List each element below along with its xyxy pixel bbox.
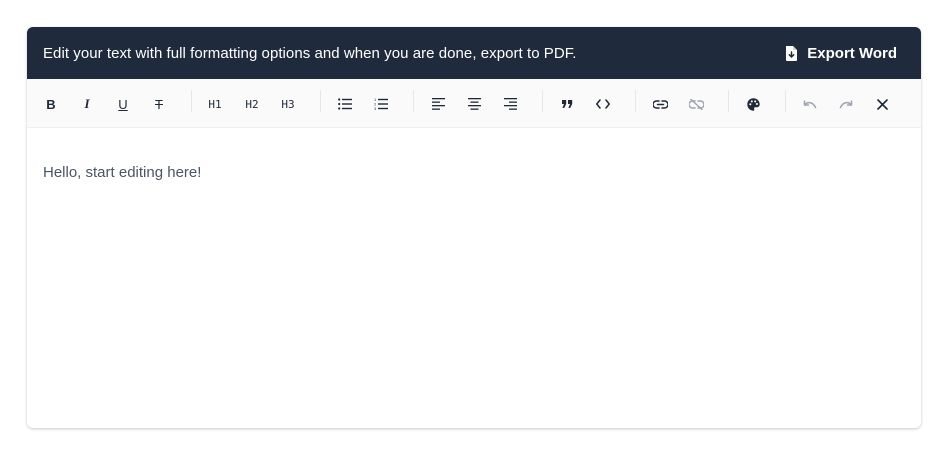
bullet-list-button[interactable]	[332, 91, 358, 117]
numbered-list-button[interactable]: 1 2 3	[368, 91, 394, 117]
align-left-icon	[431, 98, 445, 110]
toolbar-divider	[728, 90, 729, 112]
numbered-list-icon: 1 2 3	[374, 98, 388, 110]
palette-icon	[746, 97, 760, 111]
text-color-button[interactable]	[740, 91, 766, 117]
heading-2-label: H2	[245, 97, 259, 111]
align-right-button[interactable]	[497, 91, 523, 117]
undo-icon	[803, 99, 817, 108]
header-description: Edit your text with full formatting opti…	[43, 44, 577, 62]
code-button[interactable]	[590, 91, 616, 117]
italic-icon: I	[84, 96, 90, 111]
underline-button[interactable]: U	[110, 91, 136, 117]
bold-button[interactable]: B	[38, 91, 64, 117]
bullet-list-icon	[338, 98, 352, 110]
blockquote-button[interactable]	[554, 91, 580, 117]
close-icon	[876, 98, 888, 110]
heading-3-button[interactable]: H3	[275, 91, 301, 117]
toolbar-divider	[785, 90, 786, 112]
undo-button[interactable]	[797, 91, 823, 117]
heading-1-button[interactable]: H1	[202, 91, 228, 117]
toolbar-divider	[191, 90, 192, 112]
strikethrough-button[interactable]: T	[146, 91, 172, 117]
redo-button[interactable]	[833, 91, 859, 117]
code-icon	[596, 99, 610, 109]
unlink-icon	[688, 98, 704, 110]
svg-text:2: 2	[374, 103, 376, 107]
svg-text:3: 3	[374, 107, 376, 110]
heading-3-label: H3	[281, 97, 295, 111]
formatting-toolbar: B I U T H1 H2 H3 1 2 3	[27, 79, 921, 128]
toolbar-divider	[320, 90, 321, 112]
underline-icon: U	[118, 96, 128, 112]
file-download-icon	[785, 45, 798, 61]
align-left-button[interactable]	[425, 91, 451, 117]
unlink-button[interactable]	[683, 91, 709, 117]
link-icon	[652, 99, 668, 109]
align-right-icon	[503, 98, 517, 110]
export-word-label: Export Word	[807, 44, 897, 62]
heading-1-label: H1	[208, 97, 222, 111]
editor-content[interactable]: Hello, start editing here!	[27, 128, 921, 217]
editor-card: Edit your text with full formatting opti…	[27, 27, 921, 428]
redo-icon	[839, 99, 853, 108]
heading-2-button[interactable]: H2	[239, 91, 265, 117]
editor-header: Edit your text with full formatting opti…	[27, 27, 921, 79]
quote-icon	[561, 100, 572, 108]
link-button[interactable]	[647, 91, 673, 117]
toolbar-divider	[635, 90, 636, 112]
export-word-button[interactable]: Export Word	[785, 45, 897, 62]
clear-formatting-button[interactable]	[869, 91, 895, 117]
bold-icon: B	[46, 96, 56, 112]
strikethrough-icon: T	[155, 96, 163, 112]
toolbar-divider	[542, 90, 543, 112]
align-center-button[interactable]	[461, 91, 487, 117]
toolbar-divider	[413, 90, 414, 112]
italic-button[interactable]: I	[74, 91, 100, 117]
svg-text:1: 1	[374, 98, 376, 102]
align-center-icon	[467, 98, 481, 110]
